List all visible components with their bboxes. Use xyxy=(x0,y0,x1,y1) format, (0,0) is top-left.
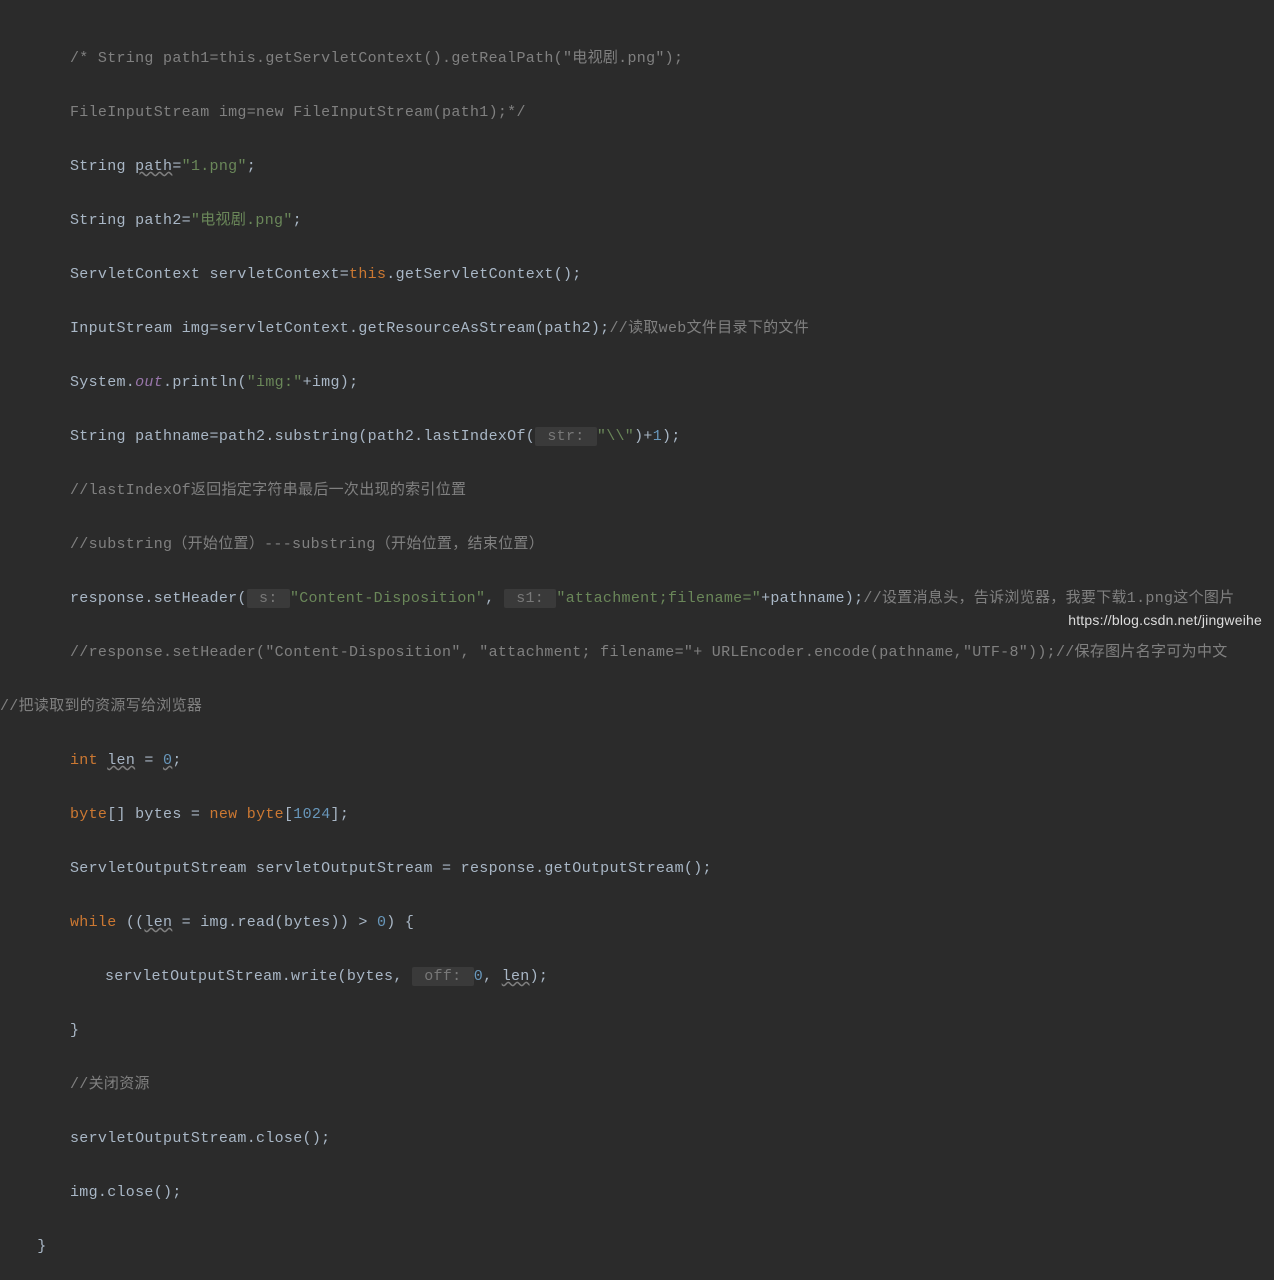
code-text: ); xyxy=(530,968,549,985)
code-text: [] bytes = xyxy=(107,806,209,823)
code-comment: //把读取到的资源写给浏览器 xyxy=(0,698,202,715)
code-text: , xyxy=(483,968,502,985)
code-text: .println( xyxy=(163,374,247,391)
code-comment: FileInputStream img=new FileInputStream(… xyxy=(70,104,526,121)
code-string: "电视剧.png" xyxy=(191,212,293,229)
code-comment: //lastIndexOf返回指定字符串最后一次出现的索引位置 xyxy=(70,482,466,499)
watermark-text: https://blog.csdn.net/jingweihe xyxy=(1068,607,1262,634)
code-text: ; xyxy=(247,158,256,175)
code-number: 0 xyxy=(163,752,172,769)
code-text: servletOutputStream.close(); xyxy=(70,1130,330,1147)
code-keyword: int xyxy=(70,752,107,769)
code-number: 1024 xyxy=(293,806,330,823)
code-text: ) { xyxy=(386,914,414,931)
param-hint: off: xyxy=(412,967,474,986)
code-text: String xyxy=(70,158,135,175)
code-text: +img); xyxy=(303,374,359,391)
code-keyword: byte xyxy=(247,806,284,823)
code-keyword: new xyxy=(210,806,247,823)
code-text: } xyxy=(70,1022,79,1039)
code-editor[interactable]: /* String path1=this.getServletContext()… xyxy=(0,0,1274,1280)
code-string: "Content-Disposition" xyxy=(290,590,485,607)
code-text: ; xyxy=(172,752,181,769)
code-text: System. xyxy=(70,374,135,391)
code-text: ); xyxy=(662,428,681,445)
code-number: 0 xyxy=(474,968,483,985)
code-comment: //关闭资源 xyxy=(70,1076,150,1093)
code-number: 0 xyxy=(377,914,386,931)
code-var: len xyxy=(502,968,530,985)
code-text: (( xyxy=(126,914,145,931)
code-number: 1 xyxy=(653,428,662,445)
code-comment: //response.setHeader("Content-Dispositio… xyxy=(70,644,1228,661)
code-text: ServletContext servletContext= xyxy=(70,266,349,283)
code-var: len xyxy=(107,752,135,769)
code-comment: /* String path1=this.getServletContext()… xyxy=(70,50,683,67)
code-string: "img:" xyxy=(247,374,303,391)
code-string: "1.png" xyxy=(182,158,247,175)
code-text: img.close(); xyxy=(70,1184,182,1201)
code-text: String path2= xyxy=(70,212,191,229)
code-var: path xyxy=(135,158,172,175)
param-hint: s1: xyxy=(504,589,557,608)
code-text: = img.read(bytes)) > xyxy=(172,914,377,931)
code-text: +pathname); xyxy=(761,590,863,607)
code-keyword: byte xyxy=(70,806,107,823)
code-var: len xyxy=(144,914,172,931)
code-text: ; xyxy=(293,212,302,229)
code-text: , xyxy=(485,590,504,607)
code-text: = xyxy=(135,752,163,769)
code-text: ]; xyxy=(331,806,350,823)
code-comment: //substring（开始位置）---substring（开始位置，结束位置） xyxy=(70,536,544,553)
code-string: "\\" xyxy=(597,428,634,445)
code-text: } xyxy=(37,1238,46,1255)
code-text: .getServletContext(); xyxy=(386,266,581,283)
code-text: response.setHeader( xyxy=(70,590,247,607)
code-text: [ xyxy=(284,806,293,823)
code-keyword: this xyxy=(349,266,386,283)
code-text: InputStream img=servletContext.getResour… xyxy=(70,320,609,337)
code-text: ServletOutputStream servletOutputStream … xyxy=(70,860,712,877)
code-field: out xyxy=(135,374,163,391)
param-hint: str: xyxy=(535,427,597,446)
code-text: )+ xyxy=(634,428,653,445)
code-keyword: while xyxy=(70,914,126,931)
code-text: String pathname=path2.substring(path2.la… xyxy=(70,428,535,445)
code-text: servletOutputStream.write(bytes, xyxy=(105,968,412,985)
code-text: = xyxy=(172,158,181,175)
code-comment: //设置消息头，告诉浏览器，我要下载1.png这个图片 xyxy=(863,590,1234,607)
param-hint: s: xyxy=(247,589,290,608)
code-string: "attachment;filename=" xyxy=(556,590,761,607)
code-comment: //读取web文件目录下的文件 xyxy=(609,320,809,337)
